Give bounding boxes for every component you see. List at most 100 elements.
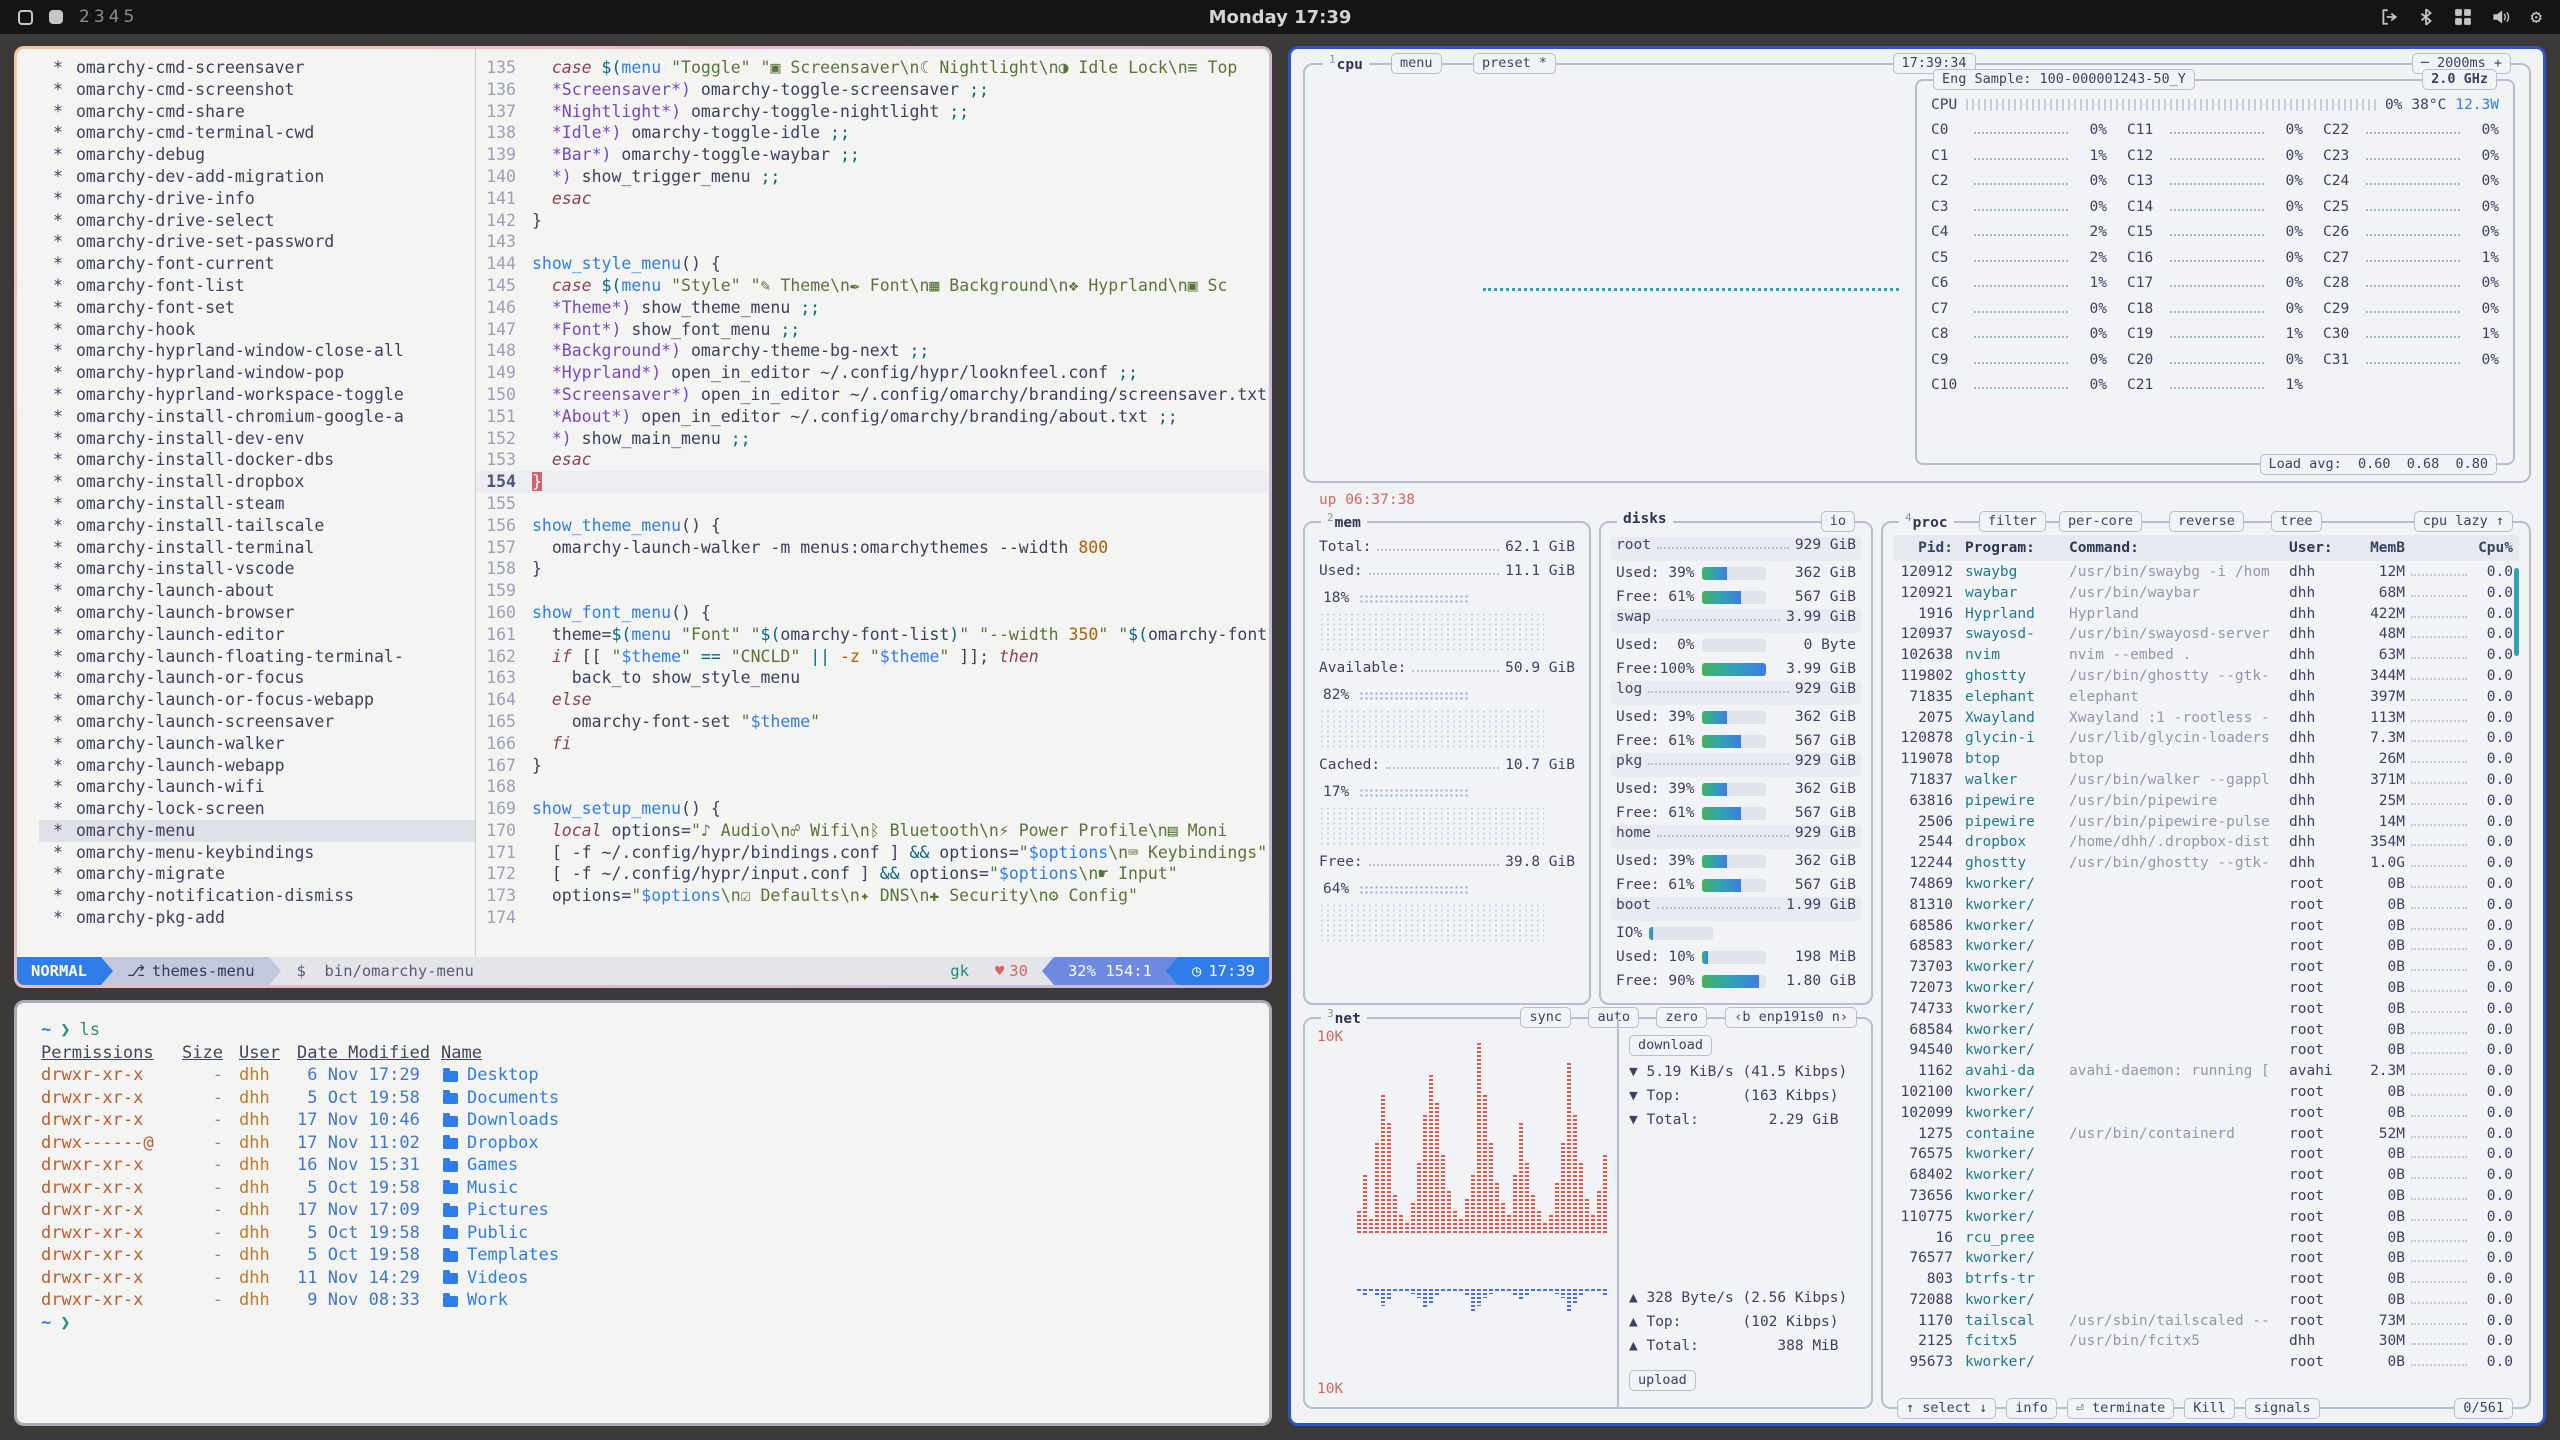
- code-line[interactable]: 141 esac: [476, 188, 1269, 210]
- code-line[interactable]: 167}: [476, 755, 1269, 777]
- select-button[interactable]: ↑ select ↓: [1897, 1398, 1996, 1419]
- neovim-window[interactable]: *omarchy-cmd-screensaver*omarchy-cmd-scr…: [14, 46, 1272, 988]
- kill-button[interactable]: Kill: [2184, 1398, 2235, 1419]
- code-line[interactable]: 148 *Background*) omarchy-theme-bg-next …: [476, 340, 1269, 362]
- file-list-item[interactable]: *omarchy-launch-or-focus-webapp: [39, 689, 475, 711]
- file-list-item[interactable]: *omarchy-launch-wifi: [39, 776, 475, 798]
- settings-gear-icon[interactable]: ⚙: [2531, 8, 2542, 27]
- file-list-item[interactable]: *omarchy-hyprland-window-close-all: [39, 340, 475, 362]
- file-list-item[interactable]: *omarchy-font-current: [39, 253, 475, 275]
- code-line[interactable]: 136 *Screensaver*) omarchy-toggle-screen…: [476, 79, 1269, 101]
- process-row[interactable]: 119078btopbtopdhh26M0.0: [1893, 751, 2519, 772]
- code-line[interactable]: 149 *Hyprland*) open_in_editor ~/.config…: [476, 362, 1269, 384]
- file-list-item[interactable]: *omarchy-lock-screen: [39, 798, 475, 820]
- code-line[interactable]: 155: [476, 493, 1269, 515]
- workspace-2[interactable]: 2: [79, 7, 90, 27]
- code-line[interactable]: 138 *Idle*) omarchy-toggle-idle ;;: [476, 122, 1269, 144]
- logout-icon[interactable]: [2380, 8, 2398, 26]
- process-row[interactable]: 68402kworker/root0B0.0: [1893, 1167, 2519, 1188]
- code-line[interactable]: 169show_setup_menu() {: [476, 798, 1269, 820]
- process-row[interactable]: 1170tailscal/usr/sbin/tailscaled --root7…: [1893, 1313, 2519, 1334]
- process-columns[interactable]: Pid: Program: Command: User: MemB Cpu%: [1893, 535, 2519, 561]
- file-list-item[interactable]: *omarchy-cmd-screenshot: [39, 79, 475, 101]
- code-editor[interactable]: 135 case $(menu "Toggle" "▣ Screensaver\…: [476, 49, 1269, 957]
- file-list-item[interactable]: *omarchy-drive-info: [39, 188, 475, 210]
- process-row[interactable]: 12244ghostty/usr/bin/ghostty --gtk-dhh1.…: [1893, 855, 2519, 876]
- code-line[interactable]: 135 case $(menu "Toggle" "▣ Screensaver\…: [476, 57, 1269, 79]
- file-list-item[interactable]: *omarchy-hyprland-workspace-toggle: [39, 384, 475, 406]
- process-row[interactable]: 68586kworker/root0B0.0: [1893, 918, 2519, 939]
- terminate-button[interactable]: ⏎ terminate: [2067, 1398, 2174, 1419]
- process-row[interactable]: 120921waybar/usr/bin/waybardhh68M0.0: [1893, 585, 2519, 606]
- code-line[interactable]: 144show_style_menu() {: [476, 253, 1269, 275]
- file-list-item[interactable]: *omarchy-install-dev-env: [39, 428, 475, 450]
- file-list-item[interactable]: *omarchy-hook: [39, 319, 475, 341]
- file-list-item[interactable]: *omarchy-launch-about: [39, 580, 475, 602]
- code-line[interactable]: 168: [476, 776, 1269, 798]
- code-line[interactable]: 140 *) show_trigger_menu ;;: [476, 166, 1269, 188]
- keyboard-layout-icon[interactable]: [2454, 8, 2472, 26]
- process-row[interactable]: 120878glycin-i/usr/lib/glycin-loadersdhh…: [1893, 730, 2519, 751]
- file-list-item[interactable]: *omarchy-launch-floating-terminal-: [39, 646, 475, 668]
- process-row[interactable]: 2075XwaylandXwayland :1 -rootless -dhh11…: [1893, 710, 2519, 731]
- file-list-item[interactable]: *omarchy-cmd-share: [39, 101, 475, 123]
- file-list-item[interactable]: *omarchy-menu: [39, 820, 475, 842]
- process-row[interactable]: 1916HyprlandHyprlanddhh422M0.0: [1893, 606, 2519, 627]
- process-row[interactable]: 110775kworker/root0B0.0: [1893, 1209, 2519, 1230]
- code-line[interactable]: 145 case $(menu "Style" "✎ Theme\n✒ Font…: [476, 275, 1269, 297]
- code-line[interactable]: 162 if [[ "$theme" == "CNCLD" || -z "$th…: [476, 646, 1269, 668]
- tree-button[interactable]: tree: [2271, 511, 2322, 532]
- file-list-item[interactable]: *omarchy-launch-webapp: [39, 755, 475, 777]
- file-list-item[interactable]: *omarchy-debug: [39, 144, 475, 166]
- process-row[interactable]: 73656kworker/root0B0.0: [1893, 1188, 2519, 1209]
- process-row[interactable]: 74733kworker/root0B0.0: [1893, 1001, 2519, 1022]
- file-list-item[interactable]: *omarchy-dev-add-migration: [39, 166, 475, 188]
- file-list-item[interactable]: *omarchy-launch-browser: [39, 602, 475, 624]
- workspace-occupied-icon[interactable]: [49, 10, 63, 24]
- workspace-indicators[interactable]: 2345: [18, 7, 138, 27]
- file-list-item[interactable]: *omarchy-install-dropbox: [39, 471, 475, 493]
- code-line[interactable]: 146 *Theme*) show_theme_menu ;;: [476, 297, 1269, 319]
- file-list-item[interactable]: *omarchy-notification-dismiss: [39, 885, 475, 907]
- per-core-button[interactable]: per-core: [2059, 511, 2142, 532]
- code-line[interactable]: 147 *Font*) show_font_menu ;;: [476, 319, 1269, 341]
- file-list-item[interactable]: *omarchy-migrate: [39, 863, 475, 885]
- code-line[interactable]: 165 omarchy-font-set "$theme": [476, 711, 1269, 733]
- process-row[interactable]: 2544dropbox/home/dhh/.dropbox-distdhh354…: [1893, 834, 2519, 855]
- file-list-item[interactable]: *omarchy-launch-screensaver: [39, 711, 475, 733]
- code-line[interactable]: 161 theme=$(menu "Font" "$(omarchy-font-…: [476, 624, 1269, 646]
- code-line[interactable]: 142}: [476, 210, 1269, 232]
- workspace-5[interactable]: 5: [123, 7, 134, 27]
- code-line[interactable]: 150 *Screensaver*) open_in_editor ~/.con…: [476, 384, 1269, 406]
- volume-icon[interactable]: [2492, 8, 2511, 26]
- process-list[interactable]: 120912swaybg/usr/bin/swaybg -i /homdhh12…: [1893, 564, 2519, 1393]
- code-line[interactable]: 158}: [476, 558, 1269, 580]
- process-row[interactable]: 2125fcitx5/usr/bin/fcitx5dhh30M0.0: [1893, 1333, 2519, 1354]
- terminal-window[interactable]: ~ ❯ ls PermissionsSizeUserDate ModifiedN…: [14, 1000, 1272, 1426]
- workspace-numbers[interactable]: 2345: [79, 7, 138, 27]
- process-row[interactable]: 803btrfs-trroot0B0.0: [1893, 1271, 2519, 1292]
- file-list-item[interactable]: *omarchy-install-terminal: [39, 537, 475, 559]
- file-list[interactable]: *omarchy-cmd-screensaver*omarchy-cmd-scr…: [17, 49, 475, 957]
- process-row[interactable]: 68583kworker/root0B0.0: [1893, 938, 2519, 959]
- signals-button[interactable]: signals: [2245, 1398, 2320, 1419]
- code-line[interactable]: 156show_theme_menu() {: [476, 515, 1269, 537]
- sort-selector[interactable]: cpu lazy ↑: [2414, 511, 2513, 532]
- process-row[interactable]: 71835elephantelephantdhh397M0.0: [1893, 689, 2519, 710]
- process-row[interactable]: 102638nvimnvim --embed .dhh63M0.0: [1893, 647, 2519, 668]
- process-row[interactable]: 119802ghostty/usr/bin/ghostty --gtk-dhh3…: [1893, 668, 2519, 689]
- info-button[interactable]: info: [2006, 1398, 2057, 1419]
- filter-button[interactable]: filter: [1979, 511, 2046, 532]
- code-line[interactable]: 174: [476, 907, 1269, 929]
- process-row[interactable]: 73703kworker/root0B0.0: [1893, 959, 2519, 980]
- file-list-item[interactable]: *omarchy-hyprland-window-pop: [39, 362, 475, 384]
- workspace-3[interactable]: 3: [94, 7, 105, 27]
- menu-button[interactable]: menu: [1391, 53, 1442, 74]
- code-line[interactable]: 153 esac: [476, 449, 1269, 471]
- process-row[interactable]: 71837walker/usr/bin/walker --gappldhh371…: [1893, 772, 2519, 793]
- btop-window[interactable]: 1cpu menu preset * 17:39:34 ─ 2000ms + E…: [1288, 46, 2546, 1426]
- process-row[interactable]: 68584kworker/root0B0.0: [1893, 1022, 2519, 1043]
- file-list-item[interactable]: *omarchy-font-set: [39, 297, 475, 319]
- code-line[interactable]: 143: [476, 231, 1269, 253]
- file-list-item[interactable]: *omarchy-cmd-screensaver: [39, 57, 475, 79]
